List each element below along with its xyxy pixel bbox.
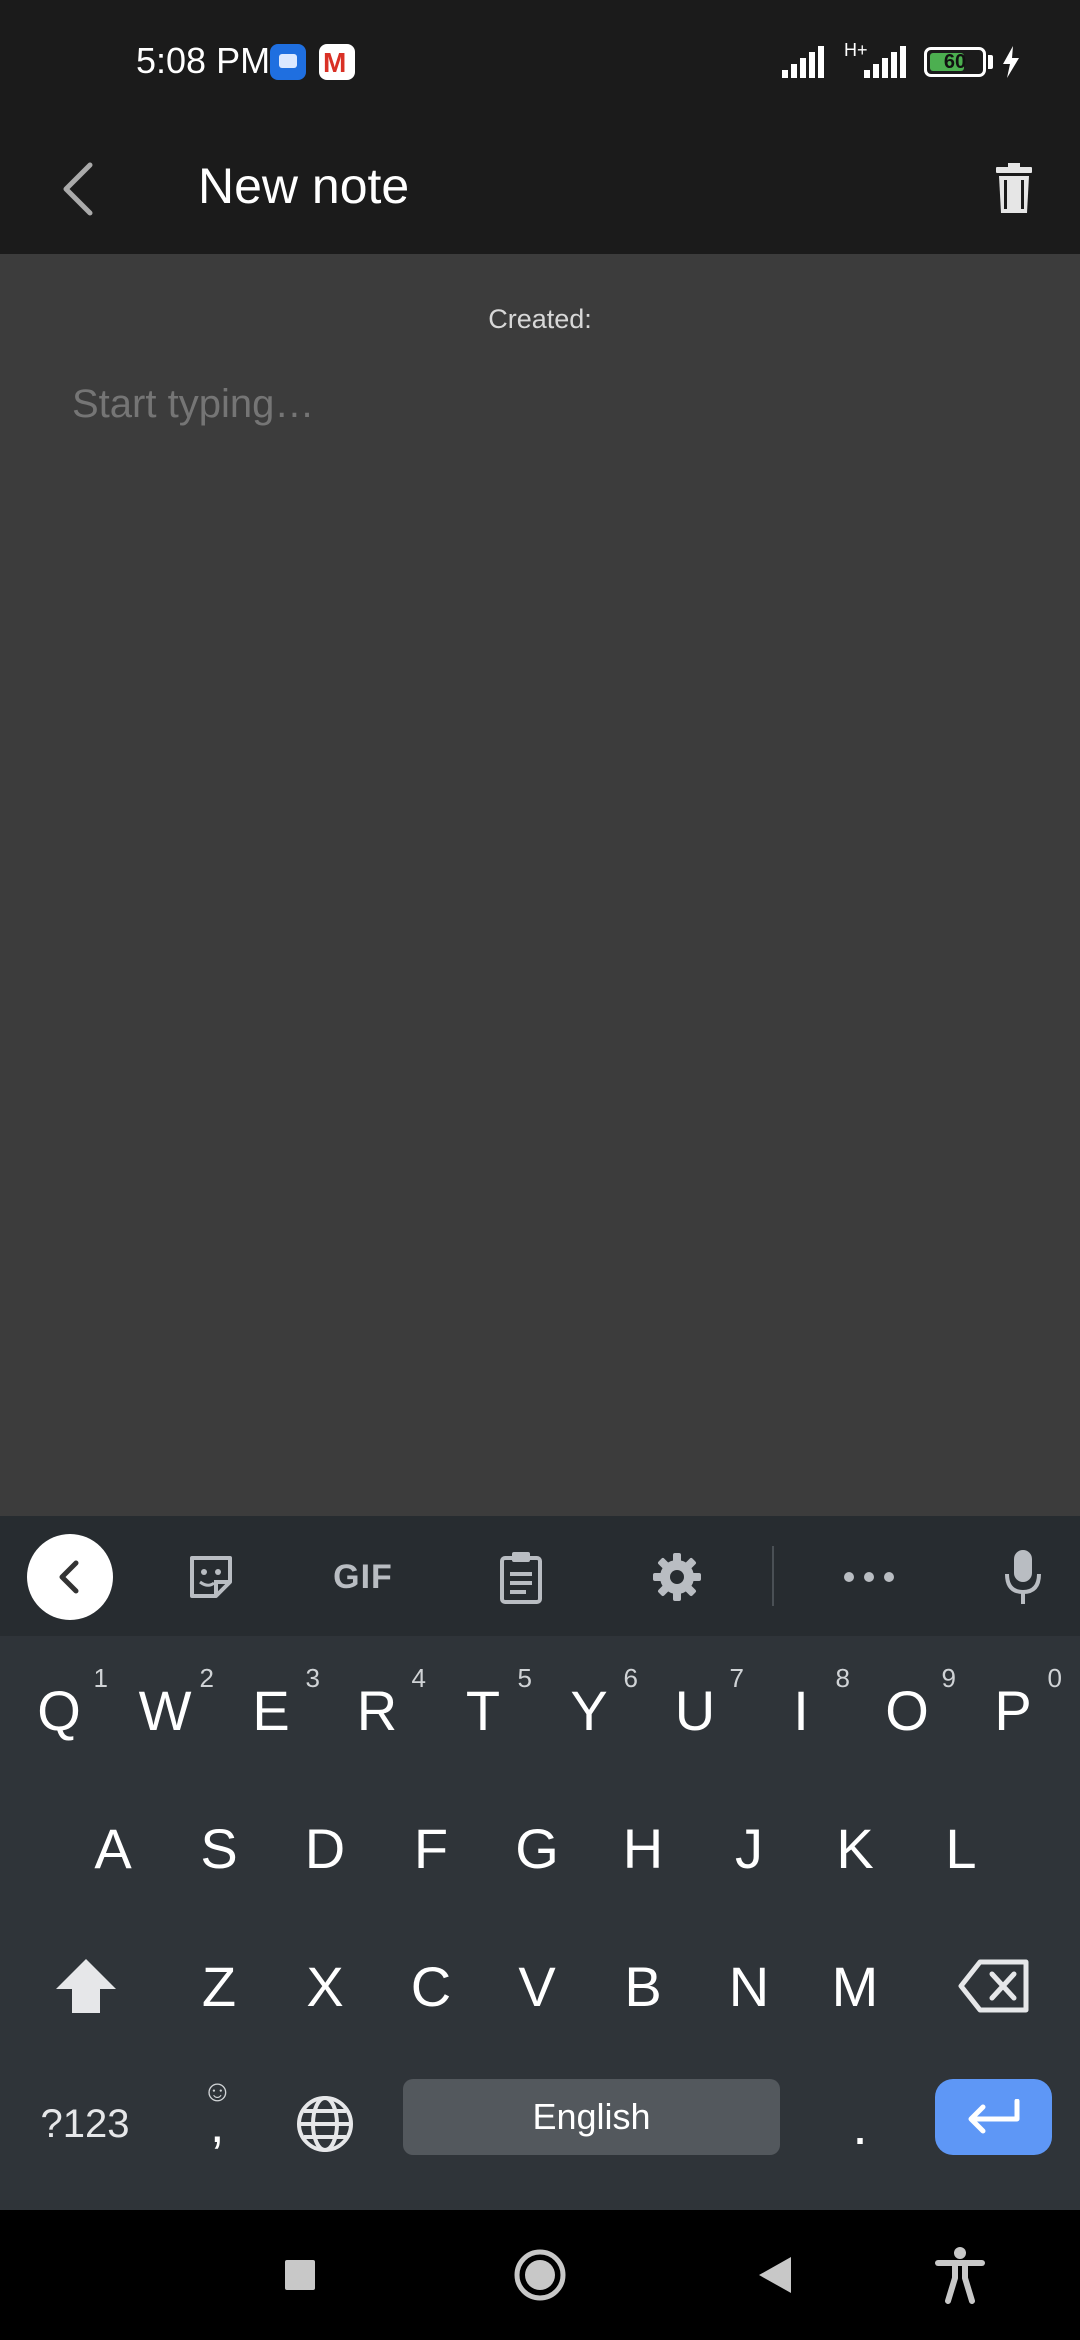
key-row-2: A S D F G H J K L — [0, 1779, 1080, 1917]
key-w[interactable]: W2 — [112, 1641, 218, 1779]
shift-icon — [56, 1959, 116, 2013]
space-key[interactable]: English — [403, 2079, 780, 2155]
voice-input-button[interactable] — [980, 1534, 1066, 1620]
comma-label: , — [210, 2096, 225, 2154]
gmail-icon — [319, 44, 355, 80]
key-x[interactable]: X — [272, 1917, 378, 2055]
signal-icon — [782, 46, 824, 78]
key-r[interactable]: R4 — [324, 1641, 430, 1779]
delete-button[interactable] — [982, 145, 1046, 233]
key-a[interactable]: A — [60, 1779, 166, 1917]
key-f[interactable]: F — [378, 1779, 484, 1917]
key-v[interactable]: V — [484, 1917, 590, 2055]
collapse-toolbar-button[interactable] — [27, 1534, 113, 1620]
globe-icon — [297, 2096, 353, 2152]
note-editor: Created: — [0, 254, 1080, 1516]
key-i[interactable]: I8 — [748, 1641, 854, 1779]
symbols-key[interactable]: ?123 — [20, 2055, 150, 2193]
key-z[interactable]: Z — [166, 1917, 272, 2055]
key-y[interactable]: Y6 — [536, 1641, 642, 1779]
enter-key[interactable] — [935, 2079, 1052, 2155]
keyboard-toolbar: GIF — [0, 1516, 1080, 1636]
battery-tip — [988, 55, 993, 69]
period-key[interactable]: . — [810, 2055, 910, 2193]
gif-label: GIF — [333, 1557, 393, 1596]
backspace-icon — [958, 1959, 1029, 2013]
key-u[interactable]: U7 — [642, 1641, 748, 1779]
key-t[interactable]: T5 — [430, 1641, 536, 1779]
settings-button[interactable] — [634, 1534, 720, 1620]
key-e[interactable]: E3 — [218, 1641, 324, 1779]
messages-icon — [270, 44, 306, 80]
key-m[interactable]: M — [802, 1917, 908, 2055]
key-b[interactable]: B — [590, 1917, 696, 2055]
key-p[interactable]: P0 — [960, 1641, 1066, 1779]
keyboard: GIF Q 1 W 2 E 3 R 4 T 5 Y 6 U 7 I 8 O 9 … — [0, 1516, 1080, 2210]
key-d[interactable]: D — [272, 1779, 378, 1917]
home-circle-icon — [514, 2249, 566, 2301]
note-text-input[interactable] — [72, 382, 1012, 427]
key-h[interactable]: H — [590, 1779, 696, 1917]
mic-icon — [1005, 1550, 1041, 1604]
key-j[interactable]: J — [696, 1779, 802, 1917]
battery-icon: 60 — [924, 47, 986, 77]
backspace-key[interactable] — [928, 1917, 1060, 2055]
sticker-button[interactable] — [168, 1534, 254, 1620]
clipboard-icon — [500, 1552, 542, 1604]
chevron-left-icon — [59, 1560, 79, 1594]
shift-key[interactable] — [20, 1917, 152, 2055]
enter-icon — [968, 2099, 1019, 2134]
charging-icon — [1003, 46, 1019, 78]
emoji-comma-key[interactable]: ☺ , — [166, 2055, 272, 2193]
key-row-4: ?123 ☺ , English . — [0, 2055, 1080, 2193]
page-title: New note — [198, 158, 410, 214]
signal-icon — [864, 46, 906, 78]
key-o[interactable]: O9 — [854, 1641, 960, 1779]
battery-level: 60 — [943, 51, 967, 73]
back-triangle-icon — [759, 2257, 791, 2293]
accessibility-icon — [935, 2247, 985, 2304]
key-c[interactable]: C — [378, 1917, 484, 2055]
key-n[interactable]: N — [696, 1917, 802, 2055]
gif-button[interactable]: GIF — [320, 1534, 406, 1620]
language-key[interactable] — [272, 2055, 378, 2193]
back-arrow-icon — [63, 162, 93, 216]
key-q[interactable]: Q1 — [6, 1641, 112, 1779]
key-k[interactable]: K — [802, 1779, 908, 1917]
key-g[interactable]: G — [484, 1779, 590, 1917]
key-s[interactable]: S — [166, 1779, 272, 1917]
gear-icon — [653, 1553, 701, 1601]
trash-icon — [996, 163, 1032, 213]
status-time: 5:08 PM — [136, 40, 271, 81]
accessibility-button[interactable] — [915, 2230, 1005, 2320]
status-bar: 5:08 PM H+ 60 — [0, 0, 1080, 125]
recents-button[interactable] — [255, 2230, 345, 2320]
square-icon — [285, 2260, 315, 2290]
key-row-1: Q1 W2 E3 R4 T5 Y6 U7 I8 O9 P0 — [0, 1641, 1080, 1779]
back-nav-button[interactable] — [730, 2230, 820, 2320]
toolbar-divider — [772, 1546, 774, 1606]
created-label: Created: — [488, 304, 592, 334]
sticker-icon — [190, 1556, 232, 1598]
clipboard-button[interactable] — [478, 1534, 564, 1620]
more-button[interactable] — [826, 1534, 912, 1620]
key-row-3: Z X C V B N M — [0, 1917, 1080, 2055]
system-nav-bar — [0, 2210, 1080, 2340]
more-icon — [844, 1572, 894, 1582]
home-button[interactable] — [495, 2230, 585, 2320]
app-bar: New note — [0, 125, 1080, 254]
back-button[interactable] — [48, 145, 108, 233]
key-l[interactable]: L — [908, 1779, 1014, 1917]
